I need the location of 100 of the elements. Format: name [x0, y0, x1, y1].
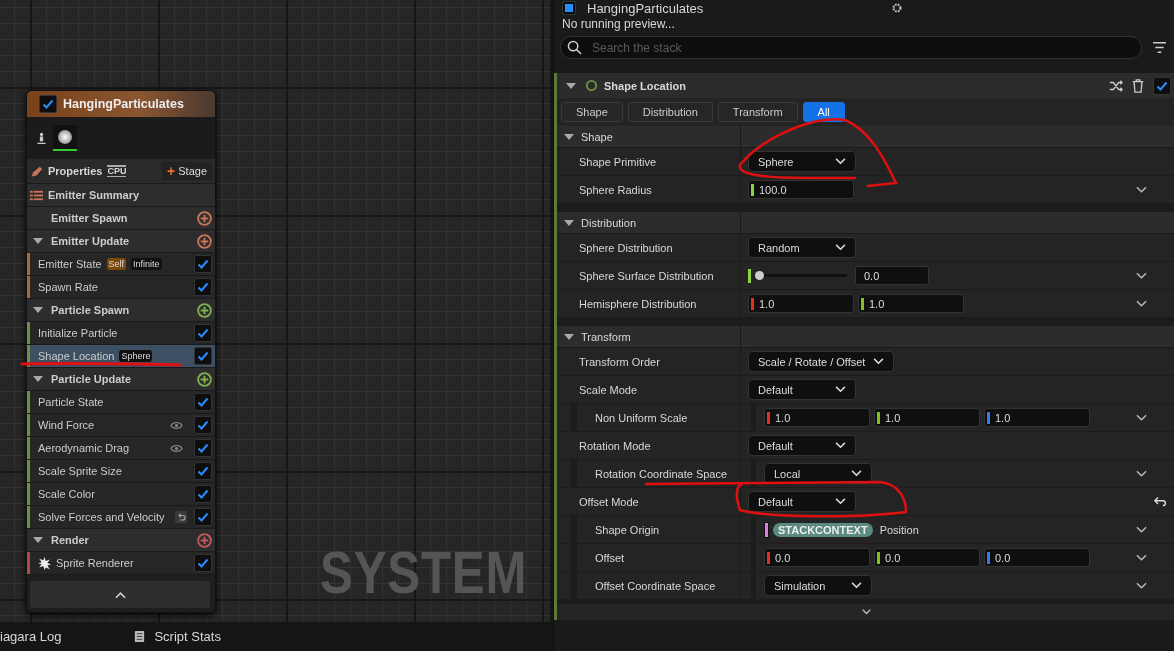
dropdown[interactable]: Random: [748, 237, 856, 258]
module-checkbox[interactable]: [194, 393, 212, 411]
module-row[interactable]: Solve Forces and Velocity: [27, 506, 215, 529]
expand-chevron-icon[interactable]: [1136, 553, 1147, 562]
number-field[interactable]: 1.0: [748, 294, 854, 313]
properties-label[interactable]: Properties: [48, 165, 103, 177]
filter-tab[interactable]: All: [802, 102, 845, 122]
number-field[interactable]: 1.0: [858, 294, 964, 313]
module-row[interactable]: Scale Sprite Size: [27, 460, 215, 483]
add-module-icon[interactable]: [197, 302, 212, 318]
expand-chevron-icon[interactable]: [1136, 185, 1147, 194]
filter-tab[interactable]: Distribution: [627, 102, 713, 122]
graph-canvas[interactable]: [0, 0, 550, 622]
module-checkbox[interactable]: [194, 462, 212, 480]
module-row[interactable]: Shape Location Sphere: [27, 345, 215, 368]
emitter-title: HangingParticulates: [63, 97, 184, 111]
chevron-down-icon: [835, 158, 846, 165]
add-stage-button[interactable]: + Stage: [162, 162, 212, 180]
dropdown[interactable]: Sphere: [748, 151, 856, 172]
reset-icon[interactable]: [174, 510, 187, 524]
enable-checkbox[interactable]: [39, 95, 57, 113]
add-module-icon[interactable]: [197, 210, 212, 226]
number-field[interactable]: 0.0: [874, 548, 980, 567]
expand-chevron-icon[interactable]: [1136, 525, 1147, 534]
module-row[interactable]: Aerodynamic Drag: [27, 437, 215, 460]
stage-header[interactable]: Emitter Update: [27, 230, 215, 253]
property-label: Shape Primitive: [579, 155, 657, 168]
module-row[interactable]: Initialize Particle: [27, 322, 215, 345]
filter-icon[interactable]: [1152, 41, 1167, 54]
module-checkbox[interactable]: [194, 278, 212, 296]
filter-tab[interactable]: Transform: [717, 102, 798, 122]
expand-chevron-icon[interactable]: [1136, 413, 1147, 422]
dropdown[interactable]: Simulation: [764, 575, 872, 596]
expand-chevron-icon[interactable]: [861, 609, 871, 615]
search-input[interactable]: Search the stack: [590, 39, 1135, 56]
number-field[interactable]: 0.0: [855, 266, 929, 285]
eye-icon[interactable]: [170, 420, 183, 430]
module-row[interactable]: Sprite Renderer: [27, 552, 215, 575]
stage-header[interactable]: Render: [27, 529, 215, 552]
bottom-tab[interactable]: Script Stats: [154, 629, 221, 644]
module-row[interactable]: Wind Force: [27, 414, 215, 437]
stage-header[interactable]: Particle Spawn: [27, 299, 215, 322]
collapse-arrow-icon[interactable]: [566, 82, 576, 89]
collapse-arrow-icon[interactable]: [564, 133, 574, 140]
dropdown[interactable]: Default: [748, 435, 856, 456]
emitter-node[interactable]: [26, 90, 216, 613]
shuffle-icon[interactable]: [1109, 78, 1123, 93]
slider-thumb[interactable]: [755, 271, 764, 280]
collapse-arrow-icon[interactable]: [33, 376, 43, 382]
number-field[interactable]: 0.0: [984, 548, 1090, 567]
module-checkbox[interactable]: [194, 508, 212, 526]
module-checkbox[interactable]: [194, 324, 212, 342]
dropdown[interactable]: Default: [748, 379, 856, 400]
number-field[interactable]: 100.0: [748, 180, 854, 199]
eye-icon[interactable]: [170, 443, 183, 453]
chevron-up-icon: [114, 590, 126, 599]
stage-header[interactable]: Emitter Spawn: [27, 207, 215, 230]
module-checkbox[interactable]: [194, 439, 212, 457]
module-row[interactable]: Spawn Rate: [27, 276, 215, 299]
reset-arrow-icon[interactable]: [1154, 496, 1167, 507]
module-row[interactable]: Particle State: [27, 391, 215, 414]
module-enable-checkbox[interactable]: [1153, 76, 1171, 95]
module-checkbox[interactable]: [194, 347, 212, 365]
expand-chevron-icon[interactable]: [1136, 469, 1147, 478]
module-checkbox[interactable]: [194, 255, 212, 273]
slider-track[interactable]: [755, 271, 847, 280]
collapse-arrow-icon[interactable]: [33, 307, 43, 313]
delete-icon[interactable]: [1131, 78, 1145, 93]
number-field[interactable]: 1.0: [984, 408, 1090, 427]
collapse-arrow-icon[interactable]: [564, 219, 574, 226]
module-checkbox[interactable]: [194, 416, 212, 434]
number-field[interactable]: 1.0: [764, 408, 870, 427]
dropdown[interactable]: Default: [748, 491, 856, 512]
bottom-tab[interactable]: iagara Log: [0, 629, 62, 644]
particle-thumbnail[interactable]: [53, 125, 77, 151]
module-tag: Self: [106, 258, 127, 270]
settings-icon[interactable]: [890, 1, 905, 15]
module-checkbox[interactable]: [194, 485, 212, 503]
dropdown[interactable]: Scale / Rotate / Offset: [748, 351, 895, 372]
system-enable-checkbox[interactable]: [562, 1, 576, 15]
add-module-icon[interactable]: [197, 371, 212, 387]
figure-icon[interactable]: [35, 131, 48, 145]
add-module-icon[interactable]: [197, 233, 212, 249]
collapse-arrow-icon[interactable]: [33, 537, 43, 543]
add-module-icon[interactable]: [197, 532, 212, 548]
number-field[interactable]: 0.0: [764, 548, 870, 567]
collapse-arrow-icon[interactable]: [564, 333, 574, 340]
expand-chevron-icon[interactable]: [1136, 581, 1147, 590]
expand-chevron-icon[interactable]: [1136, 271, 1147, 280]
number-field[interactable]: 1.0: [874, 408, 980, 427]
stage-header[interactable]: Particle Update: [27, 368, 215, 391]
search-field[interactable]: Search the stack: [560, 36, 1142, 59]
module-row[interactable]: Scale Color: [27, 483, 215, 506]
collapse-arrow-icon[interactable]: [33, 238, 43, 244]
chevron-down-icon: [851, 582, 862, 589]
module-row[interactable]: Emitter State Self Infinite: [27, 253, 215, 276]
chevron-down-icon: [835, 442, 846, 449]
module-checkbox[interactable]: [194, 554, 212, 572]
expand-chevron-icon[interactable]: [1136, 299, 1147, 308]
filter-tab[interactable]: Shape: [561, 102, 623, 122]
